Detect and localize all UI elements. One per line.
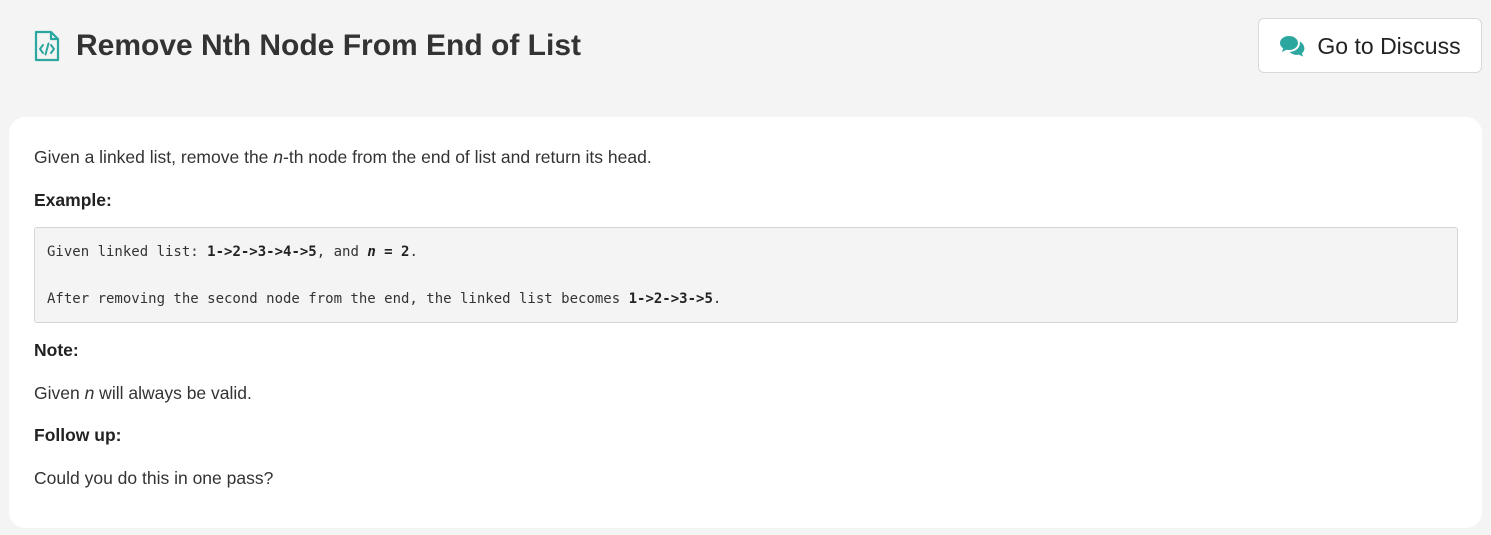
followup-heading: Follow up: [34,425,122,445]
example-code-block: Given linked list: 1->2->3->4->5, and n … [34,227,1458,323]
code-file-icon [33,30,61,62]
example-heading: Example: [34,190,112,210]
followup-text: Could you do this in one pass? [34,468,274,488]
note-text: Given n will always be valid. [34,383,252,403]
comments-icon [1279,35,1305,57]
problem-description-card: Given a linked list, remove the n-th nod… [9,117,1482,528]
problem-intro: Given a linked list, remove the n-th nod… [34,147,652,167]
page-title: Remove Nth Node From End of List [76,29,582,62]
example-output-line: After removing the second node from the … [47,291,722,307]
example-input-line: Given linked list: 1->2->3->4->5, and n … [47,244,418,260]
problem-header: Remove Nth Node From End of List Go to D… [0,0,1491,100]
note-heading: Note: [34,340,79,360]
go-to-discuss-label: Go to Discuss [1317,32,1461,59]
go-to-discuss-button[interactable]: Go to Discuss [1258,18,1482,73]
